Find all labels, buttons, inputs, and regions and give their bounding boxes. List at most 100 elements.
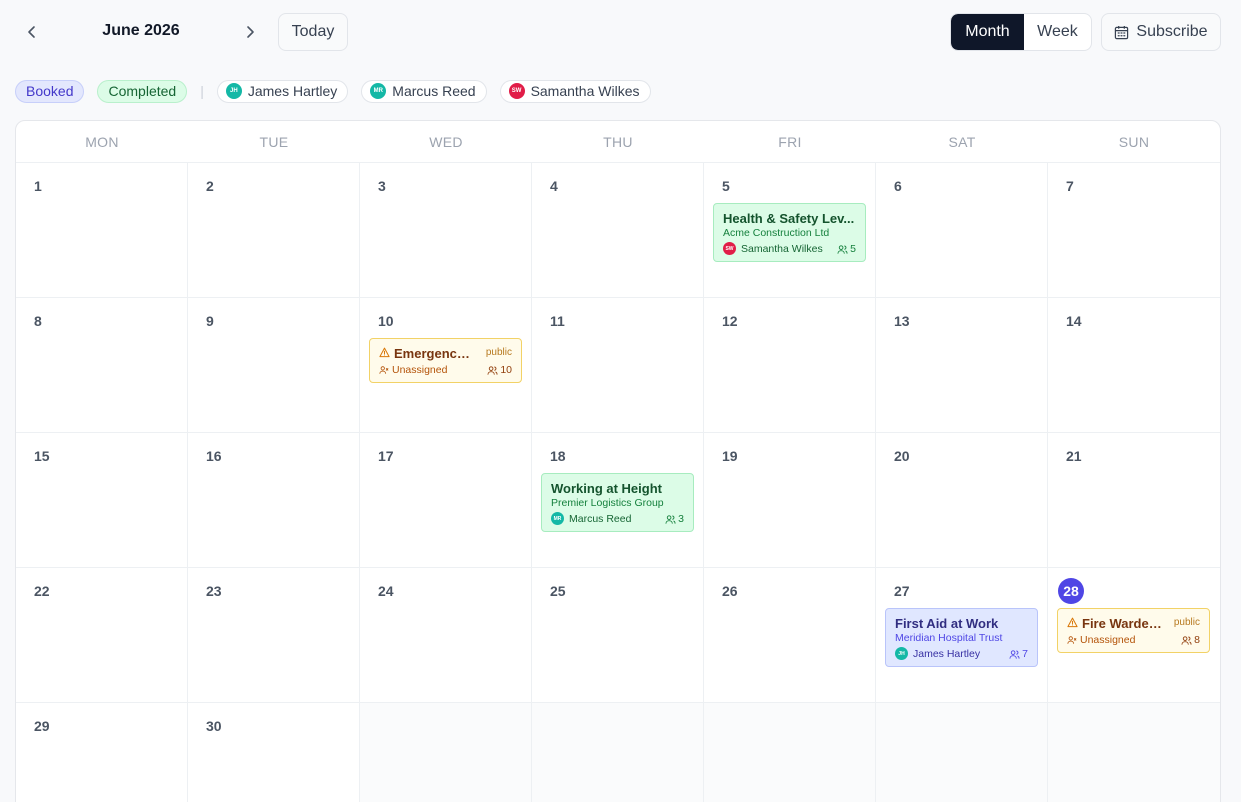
day-cell-12[interactable]: 12 xyxy=(704,298,876,433)
avatar: SW xyxy=(723,242,736,255)
day-cell-4[interactable]: 4 xyxy=(532,163,704,298)
empty-day-cell xyxy=(532,703,704,802)
day-number: 6 xyxy=(894,178,902,194)
attendee-count-value: 3 xyxy=(678,513,684,525)
users-icon xyxy=(665,514,676,524)
weekday-label: SUN xyxy=(1118,133,1150,150)
day-number: 25 xyxy=(550,583,566,599)
day-cell-23[interactable]: 23 xyxy=(188,568,360,703)
attendee-count-value: 7 xyxy=(1022,648,1028,660)
view-month-button[interactable]: Month xyxy=(951,14,1024,50)
day-number: 3 xyxy=(378,178,386,194)
weekday-header: MON TUE WED THU FRI SAT SUN xyxy=(16,121,1220,163)
day-cell-27[interactable]: 27 First Aid at Work Meridian Hospital T… xyxy=(876,568,1048,703)
day-number: 27 xyxy=(894,583,910,599)
avatar: MR xyxy=(551,512,564,525)
day-cell-14[interactable]: 14 xyxy=(1048,298,1220,433)
empty-day-cell xyxy=(360,703,532,802)
day-cell-22[interactable]: 22 xyxy=(16,568,188,703)
day-number: 1 xyxy=(34,178,42,194)
day-number: 5 xyxy=(722,178,730,194)
avatar: MR xyxy=(370,83,387,99)
trainer-name: James Hartley xyxy=(913,647,981,660)
day-number: 24 xyxy=(378,583,394,599)
attendee-count-value: 10 xyxy=(500,364,512,376)
day-cell-6[interactable]: 6 xyxy=(876,163,1048,298)
warning-icon xyxy=(1067,617,1078,628)
day-number: 30 xyxy=(206,718,222,734)
day-number: 14 xyxy=(1066,313,1082,329)
filter-chip-completed[interactable]: Completed xyxy=(97,79,188,103)
day-cell-30[interactable]: 30 xyxy=(188,703,360,802)
event-trainer: JH James Hartley xyxy=(895,647,980,660)
filter-chip-marcus-reed[interactable]: MR Marcus Reed xyxy=(361,79,487,103)
day-cell-3[interactable]: 3 xyxy=(360,163,532,298)
day-number: 22 xyxy=(34,583,50,599)
day-grid: 1 2 3 4 5 Health & Safety Lev... Acme Co… xyxy=(16,163,1220,802)
day-number: 21 xyxy=(1066,448,1082,464)
day-number: 19 xyxy=(722,448,738,464)
day-cell-18[interactable]: 18 Working at Height Premier Logistics G… xyxy=(532,433,704,568)
subscribe-button[interactable]: Subscribe xyxy=(1101,13,1221,51)
event-card[interactable]: Emergency ... public Unassigned 10 xyxy=(369,338,522,383)
day-cell-24[interactable]: 24 xyxy=(360,568,532,703)
day-cell-25[interactable]: 25 xyxy=(532,568,704,703)
filter-chip-james-hartley[interactable]: JH James Hartley xyxy=(216,79,349,103)
day-cell-13[interactable]: 13 xyxy=(876,298,1048,433)
attendee-count: 10 xyxy=(487,364,512,376)
attendee-count: 5 xyxy=(837,243,856,255)
event-title: First Aid at Work xyxy=(895,616,999,631)
day-cell-2[interactable]: 2 xyxy=(188,163,360,298)
users-icon xyxy=(1009,649,1020,659)
day-cell-8[interactable]: 8 xyxy=(16,298,188,433)
day-cell-10[interactable]: 10 Emergency ... public Unassigned 10 xyxy=(360,298,532,433)
day-cell-15[interactable]: 15 xyxy=(16,433,188,568)
subscribe-label: Subscribe xyxy=(1136,23,1208,40)
day-number: 12 xyxy=(722,313,738,329)
day-cell-5[interactable]: 5 Health & Safety Lev... Acme Constructi… xyxy=(704,163,876,298)
event-card[interactable]: Fire Warden... public Unassigned 8 xyxy=(1057,608,1210,653)
attendee-count-value: 5 xyxy=(850,243,856,255)
weekday-label: SAT xyxy=(948,133,976,150)
filter-chip-samantha-wilkes[interactable]: SW Samantha Wilkes xyxy=(499,79,651,103)
calendar-icon xyxy=(1115,25,1129,39)
unassigned-trainer: Unassigned xyxy=(1067,634,1135,646)
warning-icon xyxy=(379,347,390,358)
day-cell-11[interactable]: 11 xyxy=(532,298,704,433)
trainer-name: Marcus Reed xyxy=(569,512,632,525)
visibility-label: public xyxy=(1173,617,1200,628)
day-cell-28[interactable]: 28 Fire Warden... public Unassigned 8 xyxy=(1048,568,1220,703)
previous-month-button[interactable] xyxy=(18,18,46,46)
day-number: 10 xyxy=(378,313,394,329)
day-number: 13 xyxy=(894,313,910,329)
weekday-label: WED xyxy=(429,133,463,150)
day-cell-17[interactable]: 17 xyxy=(360,433,532,568)
next-month-button[interactable] xyxy=(236,18,264,46)
day-cell-19[interactable]: 19 xyxy=(704,433,876,568)
event-client: Premier Logistics Group xyxy=(551,497,664,509)
today-button[interactable]: Today xyxy=(278,13,348,51)
event-card[interactable]: Working at Height Premier Logistics Grou… xyxy=(541,473,694,532)
filter-chip-booked[interactable]: Booked xyxy=(15,79,85,103)
day-cell-16[interactable]: 16 xyxy=(188,433,360,568)
day-cell-29[interactable]: 29 xyxy=(16,703,188,802)
attendee-count: 3 xyxy=(665,513,684,525)
event-card[interactable]: Health & Safety Lev... Acme Construction… xyxy=(713,203,866,262)
day-number: 16 xyxy=(206,448,222,464)
day-cell-26[interactable]: 26 xyxy=(704,568,876,703)
chevron-right-icon xyxy=(247,26,254,38)
day-cell-21[interactable]: 21 xyxy=(1048,433,1220,568)
filter-separator: | xyxy=(200,83,204,99)
event-title: Emergency ... xyxy=(394,346,474,361)
users-icon xyxy=(487,365,498,375)
event-trainer: SW Samantha Wilkes xyxy=(723,242,823,255)
user-x-icon xyxy=(1067,636,1077,644)
event-card[interactable]: First Aid at Work Meridian Hospital Trus… xyxy=(885,608,1038,667)
day-cell-1[interactable]: 1 xyxy=(16,163,188,298)
day-number: 17 xyxy=(378,448,394,464)
day-cell-7[interactable]: 7 xyxy=(1048,163,1220,298)
view-toggle: Month Week xyxy=(950,13,1092,51)
view-week-button[interactable]: Week xyxy=(1024,14,1091,50)
day-cell-9[interactable]: 9 xyxy=(188,298,360,433)
day-cell-20[interactable]: 20 xyxy=(876,433,1048,568)
